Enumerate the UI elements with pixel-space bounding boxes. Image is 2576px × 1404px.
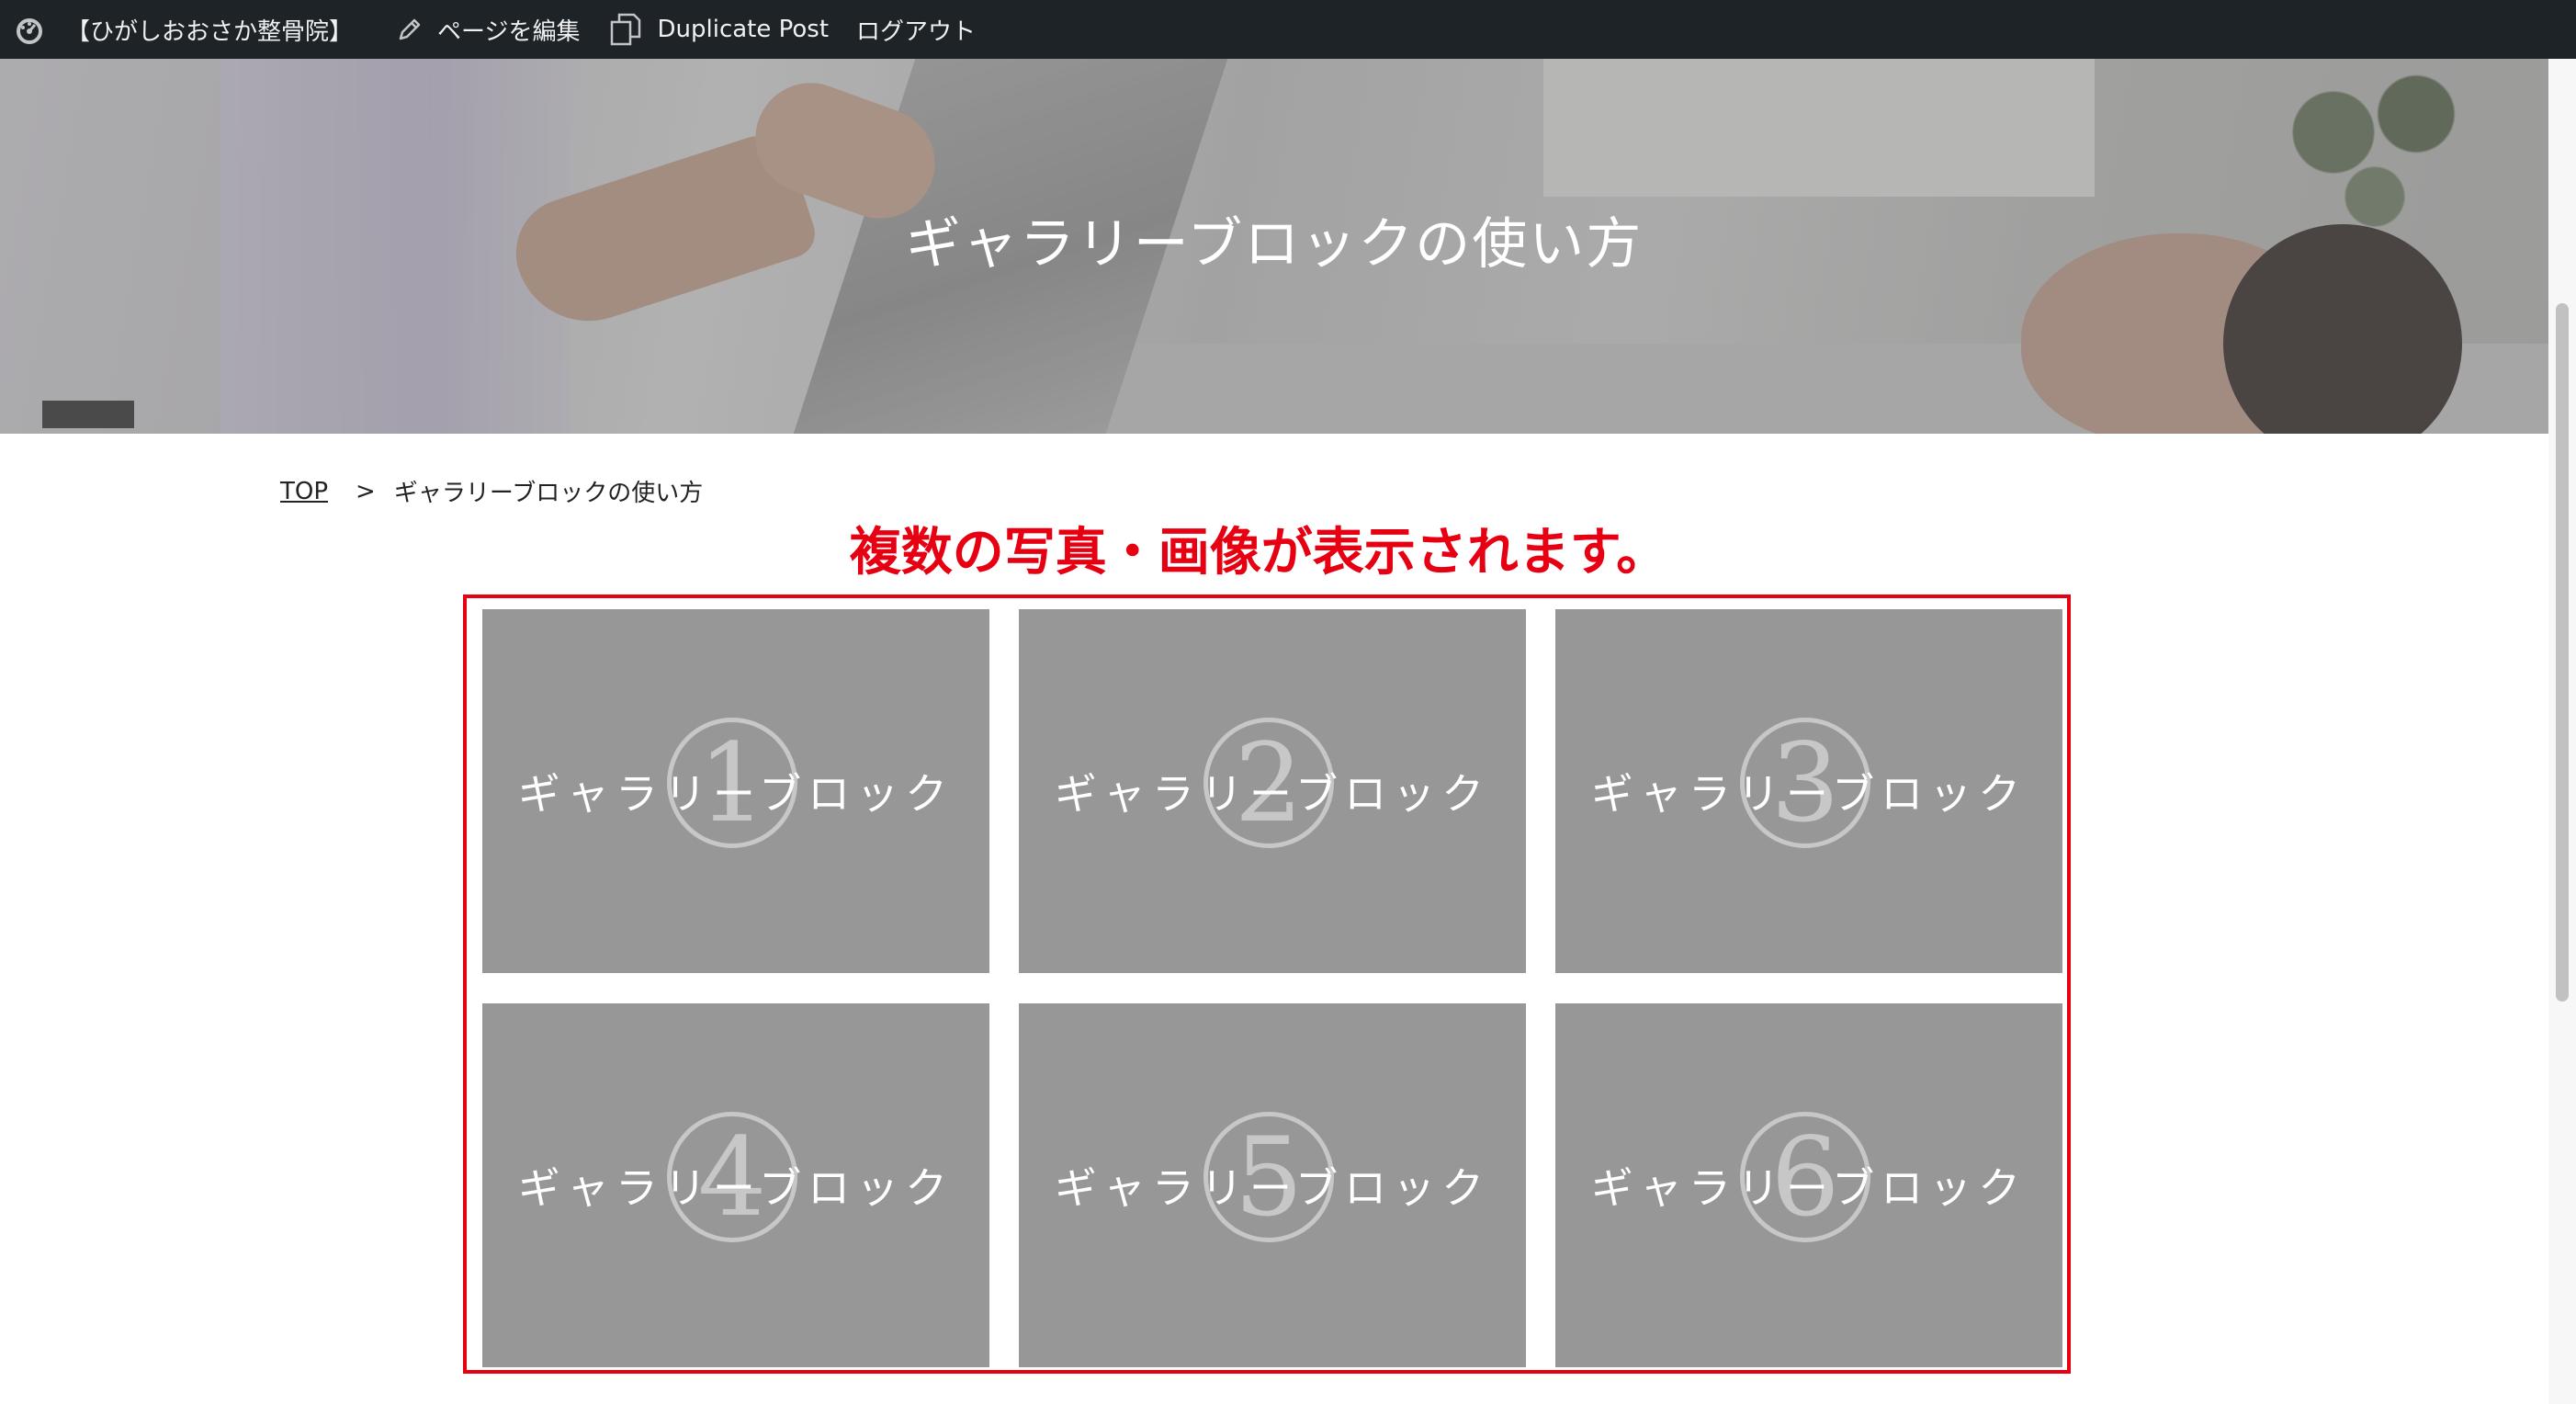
gallery-item-label: ギャラリーブロック — [1054, 1163, 1491, 1213]
gallery-item-label: ギャラリーブロック — [1054, 769, 1491, 819]
edit-page-label: ページを編集 — [437, 17, 581, 46]
gallery-item-label: ギャラリーブロック — [517, 1163, 955, 1213]
hero-banner: ギャラリーブロックの使い方 — [0, 59, 2548, 434]
gallery-item[interactable]: 6 ギャラリーブロック — [1555, 1003, 2062, 1367]
admin-bar: 【ひがしおおさか整骨院】 ページを編集 Duplicate Post ログアウト — [0, 0, 2576, 59]
site-name-label: 【ひがしおおさか整骨院】 — [66, 17, 354, 46]
gallery-item[interactable]: 1 ギャラリーブロック — [482, 609, 989, 973]
dashboard-icon[interactable] — [11, 0, 48, 59]
gallery-item[interactable]: 4 ギャラリーブロック — [482, 1003, 989, 1367]
site-name-link[interactable]: 【ひがしおおさか整骨院】 — [66, 0, 353, 59]
logout-label: ログアウト — [856, 17, 977, 46]
annotation-text: 複数の写真・画像が表示されます。 — [849, 523, 1668, 583]
duplicate-post-label: Duplicate Post — [657, 16, 830, 43]
breadcrumb-home-link[interactable]: TOP — [280, 478, 328, 505]
pencil-icon — [399, 18, 421, 40]
breadcrumb: TOP > ギャラリーブロックの使い方 — [280, 474, 703, 508]
logout-link[interactable]: ログアウト — [856, 0, 976, 59]
breadcrumb-current: ギャラリーブロックの使い方 — [393, 480, 704, 507]
gallery-item[interactable]: 3 ギャラリーブロック — [1555, 609, 2062, 973]
scrollbar-thumb[interactable] — [2556, 303, 2569, 1002]
edit-page-link[interactable]: ページを編集 — [397, 0, 581, 59]
gallery-item[interactable]: 2 ギャラリーブロック — [1019, 609, 1526, 973]
page-title: ギャラリーブロックの使い方 — [905, 211, 1644, 277]
gallery-item-label: ギャラリーブロック — [517, 769, 955, 819]
gallery-item[interactable]: 5 ギャラリーブロック — [1019, 1003, 1526, 1367]
duplicate-icon — [610, 13, 640, 46]
gallery-item-label: ギャラリーブロック — [1590, 769, 2028, 819]
breadcrumb-separator: > — [356, 477, 376, 505]
gallery-item-label: ギャラリーブロック — [1590, 1163, 2028, 1213]
page: 【ひがしおおさか整骨院】 ページを編集 Duplicate Post ログアウト — [0, 0, 2576, 1404]
duplicate-post-link[interactable]: Duplicate Post — [608, 0, 830, 59]
